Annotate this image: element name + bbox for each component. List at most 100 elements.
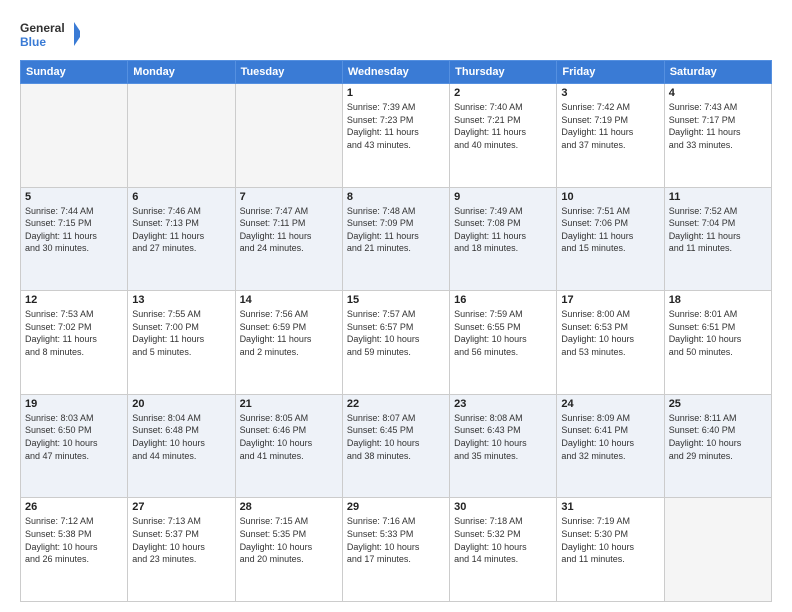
- calendar-cell: 6Sunrise: 7:46 AM Sunset: 7:13 PM Daylig…: [128, 187, 235, 291]
- day-number: 18: [669, 294, 767, 306]
- day-number: 12: [25, 294, 123, 306]
- day-info: Sunrise: 7:52 AM Sunset: 7:04 PM Dayligh…: [669, 205, 767, 255]
- day-number: 17: [561, 294, 659, 306]
- day-info: Sunrise: 7:40 AM Sunset: 7:21 PM Dayligh…: [454, 101, 552, 151]
- day-info: Sunrise: 8:01 AM Sunset: 6:51 PM Dayligh…: [669, 308, 767, 358]
- day-number: 2: [454, 87, 552, 99]
- day-info: Sunrise: 7:59 AM Sunset: 6:55 PM Dayligh…: [454, 308, 552, 358]
- day-number: 19: [25, 398, 123, 410]
- weekday-header-tuesday: Tuesday: [235, 61, 342, 84]
- calendar-cell: 7 Sunrise: 7:47 AM Sunset: 7:11 PM Daylig…: [235, 187, 342, 291]
- day-info: Sunrise: 7:53 AM Sunset: 7:02 PM Dayligh…: [25, 308, 123, 358]
- day-number: 20: [132, 398, 230, 410]
- day-info: Sunrise: 8:11 AM Sunset: 6:40 PM Dayligh…: [669, 412, 767, 462]
- day-number: 27: [132, 501, 230, 513]
- day-info: Sunrise: 7:48 AM Sunset: 7:09 PM Dayligh…: [347, 205, 445, 255]
- day-info: Sunrise: 7:51 AM Sunset: 7:06 PM Dayligh…: [561, 205, 659, 255]
- calendar-cell: 16 Sunrise: 7:59 AM Sunset: 6:55 PM Dayli…: [450, 291, 557, 395]
- calendar-cell: 17 Sunrise: 8:00 AM Sunset: 6:53 PM Dayli…: [557, 291, 664, 395]
- day-number: 9: [454, 191, 552, 203]
- day-number: 11: [669, 191, 767, 203]
- week-row-1: 1 Sunrise: 7:39 AM Sunset: 7:23 PM Daylig…: [21, 84, 772, 188]
- day-info: Sunrise: 8:07 AM Sunset: 6:45 PM Dayligh…: [347, 412, 445, 462]
- weekday-header-wednesday: Wednesday: [342, 61, 449, 84]
- day-number: 30: [454, 501, 552, 513]
- calendar-cell: 12 Sunrise: 7:53 AM Sunset: 7:02 PM Dayli…: [21, 291, 128, 395]
- svg-text:General: General: [20, 21, 65, 35]
- day-number: 21: [240, 398, 338, 410]
- day-info: Sunrise: 8:03 AM Sunset: 6:50 PM Dayligh…: [25, 412, 123, 462]
- calendar-cell: 21Sunrise: 8:05 AM Sunset: 6:46 PM Dayli…: [235, 394, 342, 498]
- calendar-cell: 23 Sunrise: 8:08 AM Sunset: 6:43 PM Dayli…: [450, 394, 557, 498]
- calendar-cell: 20 Sunrise: 8:04 AM Sunset: 6:48 PM Dayli…: [128, 394, 235, 498]
- day-info: Sunrise: 8:08 AM Sunset: 6:43 PM Dayligh…: [454, 412, 552, 462]
- calendar-cell: 2 Sunrise: 7:40 AM Sunset: 7:21 PM Daylig…: [450, 84, 557, 188]
- day-info: Sunrise: 7:47 AM Sunset: 7:11 PM Dayligh…: [240, 205, 338, 255]
- day-number: 16: [454, 294, 552, 306]
- page: General Blue SundayMondayTuesdayWednesda…: [0, 0, 792, 612]
- day-info: Sunrise: 7:13 AM Sunset: 5:37 PM Dayligh…: [132, 515, 230, 565]
- day-info: Sunrise: 7:56 AM Sunset: 6:59 PM Dayligh…: [240, 308, 338, 358]
- week-row-4: 19 Sunrise: 8:03 AM Sunset: 6:50 PM Dayli…: [21, 394, 772, 498]
- day-number: 3: [561, 87, 659, 99]
- day-number: 10: [561, 191, 659, 203]
- weekday-header-saturday: Saturday: [664, 61, 771, 84]
- day-info: Sunrise: 7:12 AM Sunset: 5:38 PM Dayligh…: [25, 515, 123, 565]
- weekday-header-sunday: Sunday: [21, 61, 128, 84]
- day-number: 7: [240, 191, 338, 203]
- day-info: Sunrise: 7:43 AM Sunset: 7:17 PM Dayligh…: [669, 101, 767, 151]
- day-number: 5: [25, 191, 123, 203]
- svg-text:Blue: Blue: [20, 35, 46, 49]
- calendar-table: SundayMondayTuesdayWednesdayThursdayFrid…: [20, 60, 772, 602]
- day-info: Sunrise: 7:57 AM Sunset: 6:57 PM Dayligh…: [347, 308, 445, 358]
- day-info: Sunrise: 7:19 AM Sunset: 5:30 PM Dayligh…: [561, 515, 659, 565]
- day-number: 26: [25, 501, 123, 513]
- calendar-cell: 13 Sunrise: 7:55 AM Sunset: 7:00 PM Dayli…: [128, 291, 235, 395]
- calendar-cell: 14Sunrise: 7:56 AM Sunset: 6:59 PM Dayli…: [235, 291, 342, 395]
- calendar-cell: 18 Sunrise: 8:01 AM Sunset: 6:51 PM Dayli…: [664, 291, 771, 395]
- weekday-header-thursday: Thursday: [450, 61, 557, 84]
- day-info: Sunrise: 7:15 AM Sunset: 5:35 PM Dayligh…: [240, 515, 338, 565]
- day-info: Sunrise: 7:42 AM Sunset: 7:19 PM Dayligh…: [561, 101, 659, 151]
- calendar-cell: [21, 84, 128, 188]
- week-row-5: 26 Sunrise: 7:12 AM Sunset: 5:38 PM Dayli…: [21, 498, 772, 602]
- day-info: Sunrise: 7:18 AM Sunset: 5:32 PM Dayligh…: [454, 515, 552, 565]
- calendar-cell: 4Sunrise: 7:43 AM Sunset: 7:17 PM Daylig…: [664, 84, 771, 188]
- day-number: 29: [347, 501, 445, 513]
- calendar-cell: 19 Sunrise: 8:03 AM Sunset: 6:50 PM Dayli…: [21, 394, 128, 498]
- calendar-cell: 3 Sunrise: 7:42 AM Sunset: 7:19 PM Daylig…: [557, 84, 664, 188]
- header: General Blue: [20, 16, 772, 52]
- day-info: Sunrise: 7:39 AM Sunset: 7:23 PM Dayligh…: [347, 101, 445, 151]
- calendar-cell: 8Sunrise: 7:48 AM Sunset: 7:09 PM Daylig…: [342, 187, 449, 291]
- calendar-cell: 11 Sunrise: 7:52 AM Sunset: 7:04 PM Dayli…: [664, 187, 771, 291]
- calendar-cell: 22 Sunrise: 8:07 AM Sunset: 6:45 PM Dayli…: [342, 394, 449, 498]
- week-row-3: 12 Sunrise: 7:53 AM Sunset: 7:02 PM Dayli…: [21, 291, 772, 395]
- day-number: 1: [347, 87, 445, 99]
- day-info: Sunrise: 7:16 AM Sunset: 5:33 PM Dayligh…: [347, 515, 445, 565]
- logo-svg: General Blue: [20, 16, 80, 52]
- calendar-cell: 29 Sunrise: 7:16 AM Sunset: 5:33 PM Dayli…: [342, 498, 449, 602]
- day-number: 15: [347, 294, 445, 306]
- calendar-cell: 10 Sunrise: 7:51 AM Sunset: 7:06 PM Dayli…: [557, 187, 664, 291]
- day-info: Sunrise: 8:00 AM Sunset: 6:53 PM Dayligh…: [561, 308, 659, 358]
- day-info: Sunrise: 7:55 AM Sunset: 7:00 PM Dayligh…: [132, 308, 230, 358]
- calendar-cell: 31 Sunrise: 7:19 AM Sunset: 5:30 PM Dayli…: [557, 498, 664, 602]
- calendar-cell: 24Sunrise: 8:09 AM Sunset: 6:41 PM Dayli…: [557, 394, 664, 498]
- day-number: 23: [454, 398, 552, 410]
- day-number: 25: [669, 398, 767, 410]
- day-info: Sunrise: 7:44 AM Sunset: 7:15 PM Dayligh…: [25, 205, 123, 255]
- day-info: Sunrise: 8:04 AM Sunset: 6:48 PM Dayligh…: [132, 412, 230, 462]
- calendar-cell: 27 Sunrise: 7:13 AM Sunset: 5:37 PM Dayli…: [128, 498, 235, 602]
- day-number: 6: [132, 191, 230, 203]
- weekday-header-friday: Friday: [557, 61, 664, 84]
- day-number: 24: [561, 398, 659, 410]
- day-number: 22: [347, 398, 445, 410]
- day-number: 13: [132, 294, 230, 306]
- day-number: 28: [240, 501, 338, 513]
- day-number: 31: [561, 501, 659, 513]
- calendar-cell: 25 Sunrise: 8:11 AM Sunset: 6:40 PM Dayli…: [664, 394, 771, 498]
- calendar-cell: 5 Sunrise: 7:44 AM Sunset: 7:15 PM Daylig…: [21, 187, 128, 291]
- week-row-2: 5 Sunrise: 7:44 AM Sunset: 7:15 PM Daylig…: [21, 187, 772, 291]
- calendar-cell: 26 Sunrise: 7:12 AM Sunset: 5:38 PM Dayli…: [21, 498, 128, 602]
- calendar-cell: [235, 84, 342, 188]
